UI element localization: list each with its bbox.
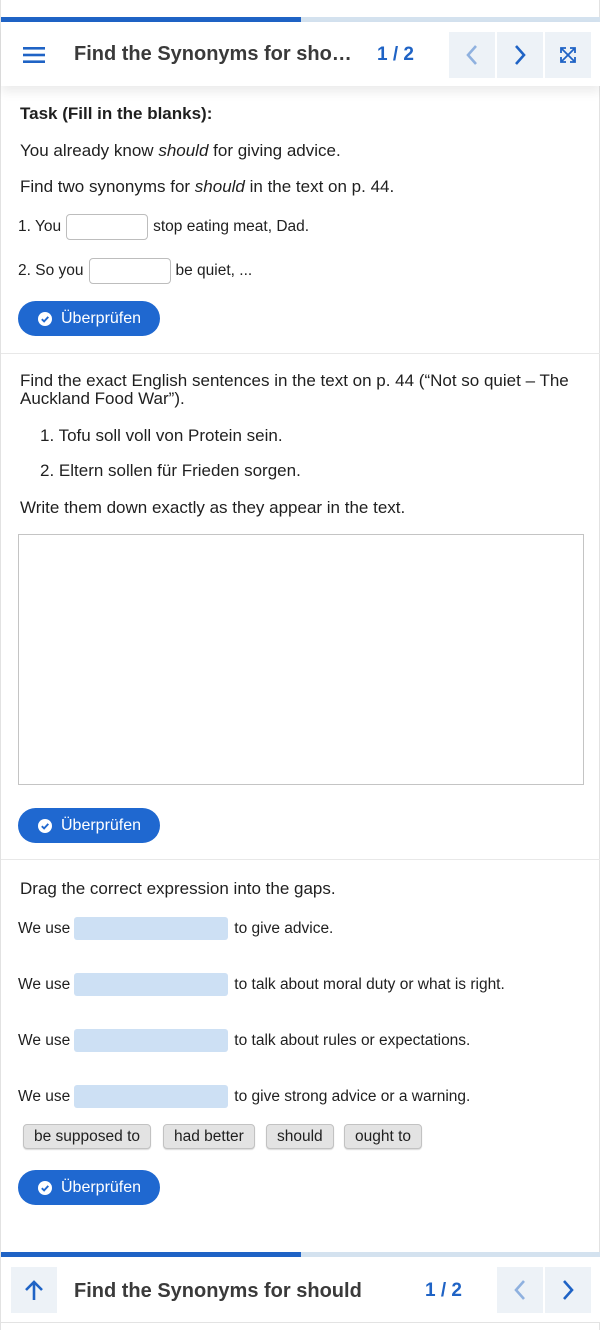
drop-zone-4[interactable]	[74, 1085, 229, 1108]
task2-item-1: 1. Tofu soll voll von Protein sein.	[40, 426, 283, 445]
draggable-chip[interactable]: ought to	[344, 1124, 423, 1149]
menu-icon	[23, 47, 45, 63]
footer-title: Find the Synonyms for should	[74, 1280, 362, 1302]
drag-sentence-1: We use to give advice.	[18, 917, 333, 940]
bottom-header: Find the Synonyms for should 1 / 2	[1, 1257, 600, 1323]
find-text: Find two synonyms for	[20, 177, 195, 196]
find-text-end: in the text on p. 44.	[244, 177, 395, 196]
drag-sentence-after: to give strong advice or a warning.	[234, 1087, 471, 1105]
drag-sentence-after: to give advice.	[234, 919, 334, 937]
intro-text-end: for giving advice.	[208, 141, 341, 160]
task2-instruction: Find the exact English sentences in the …	[20, 371, 569, 408]
drag-sentence-3: We use to talk about rules or expectatio…	[18, 1029, 470, 1052]
chevron-right-icon	[563, 1280, 574, 1300]
top-header: Find the Synonyms for sho… 1 / 2	[1, 22, 600, 86]
footer-divider	[1, 1322, 600, 1323]
drag-sentence-4: We use to give strong advice or a warnin…	[18, 1085, 470, 1108]
drag-sentence-after: to talk about moral duty or what is righ…	[234, 975, 505, 993]
intro-emphasis: should	[158, 141, 209, 160]
task2-item-2: 2. Eltern sollen für Frieden sorgen.	[40, 461, 301, 480]
sentence-2-before: 2. So you	[18, 262, 84, 279]
sentence-1-after: stop eating meat, Dad.	[153, 218, 310, 235]
check-button-label: Überprüfen	[61, 816, 142, 834]
chevron-left-icon	[514, 1280, 525, 1300]
fill-sentence-2: 2. So you be quiet, ...	[18, 258, 252, 284]
menu-button[interactable]	[11, 32, 57, 78]
previous-button-bottom[interactable]	[497, 1267, 543, 1313]
gap-input-2[interactable]	[88, 258, 171, 284]
fill-sentence-1: 1. You stop eating meat, Dad.	[18, 214, 309, 240]
find-emphasis: should	[194, 177, 245, 196]
drop-zone-1[interactable]	[74, 917, 229, 940]
draggable-chip[interactable]: be supposed to	[23, 1124, 152, 1149]
previous-button[interactable]	[449, 32, 495, 78]
check-button-task2[interactable]: Überprüfen	[18, 808, 160, 843]
answer-textarea[interactable]	[18, 534, 584, 785]
sentence-2-after: be quiet, ...	[175, 262, 253, 279]
check-button-task3[interactable]: Überprüfen	[18, 1170, 160, 1205]
page-counter: 1 / 2	[377, 44, 414, 65]
check-circle-icon	[38, 818, 52, 833]
footer-counter: 1 / 2	[425, 1280, 462, 1301]
gap-input-1[interactable]	[66, 214, 149, 240]
task1-find: Find two synonyms for should in the text…	[20, 177, 394, 197]
task1-heading: Task (Fill in the blanks):	[20, 104, 213, 123]
draggable-chip[interactable]: had better	[163, 1124, 255, 1149]
check-button-label: Überprüfen	[61, 309, 142, 327]
drop-zone-3[interactable]	[74, 1029, 229, 1052]
chevron-left-icon	[466, 45, 477, 65]
arrow-up-icon	[25, 1280, 43, 1300]
drag-sentence-before: We use	[18, 975, 71, 993]
section-divider	[1, 859, 600, 860]
task1-intro: You already know should for giving advic…	[20, 141, 341, 161]
section-divider	[1, 353, 600, 354]
task3-instruction: Drag the correct expression into the gap…	[20, 879, 336, 898]
intro-text: You already know	[20, 141, 159, 160]
check-button-task1[interactable]: Überprüfen	[18, 301, 160, 336]
draggable-chip[interactable]: should	[266, 1124, 334, 1149]
task2-write-instruction: Write them down exactly as they appear i…	[20, 498, 406, 517]
drag-sentence-before: We use	[18, 919, 71, 937]
scroll-to-top-button[interactable]	[11, 1267, 57, 1313]
check-circle-icon	[38, 1180, 52, 1195]
check-button-label: Überprüfen	[61, 1178, 142, 1196]
page-title: Find the Synonyms for sho…	[74, 43, 352, 65]
drag-sentence-before: We use	[18, 1031, 71, 1049]
next-button-bottom[interactable]	[545, 1267, 591, 1313]
fullscreen-button[interactable]	[545, 32, 591, 78]
drag-sentence-after: to talk about rules or expectations.	[234, 1031, 471, 1049]
expand-icon	[560, 47, 576, 63]
page-frame: Find the Synonyms for sho… 1 / 2 Task (F…	[0, 0, 600, 1330]
chevron-right-icon	[515, 45, 526, 65]
sentence-1-before: 1. You	[18, 218, 62, 235]
drop-zone-2[interactable]	[74, 973, 229, 996]
check-circle-icon	[38, 311, 52, 326]
drag-sentence-2: We use to talk about moral duty or what …	[18, 973, 505, 996]
drag-sentence-before: We use	[18, 1087, 71, 1105]
next-button[interactable]	[497, 32, 543, 78]
